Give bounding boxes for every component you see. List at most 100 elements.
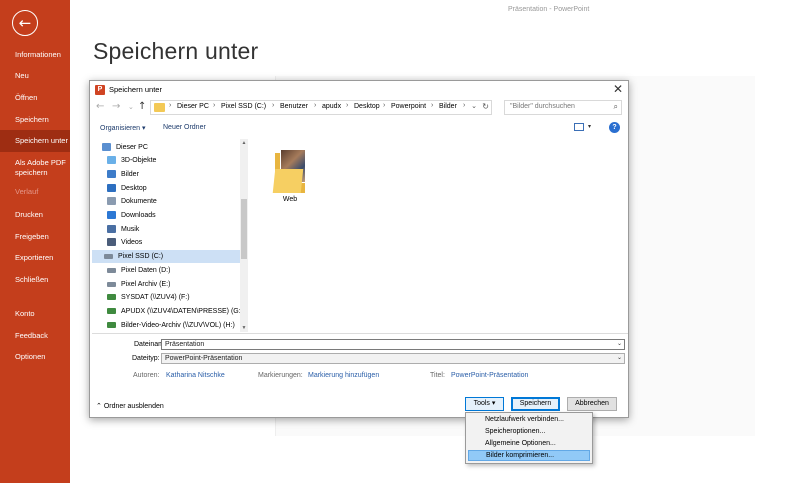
- chevron-right-icon: ›: [431, 102, 434, 109]
- address-bar[interactable]: › Dieser PC › Pixel SSD (C:) › Benutzer …: [150, 100, 492, 115]
- title-label: Titel:: [430, 372, 445, 379]
- powerpoint-icon: P: [95, 85, 105, 95]
- tree-item-bilder[interactable]: Bilder: [107, 168, 249, 181]
- tags-label: Markierungen:: [258, 372, 303, 379]
- tree-item-bilder-video-archiv[interactable]: Bilder-Video-Archiv (\\ZUV\VOL) (H:): [107, 319, 249, 332]
- scrollbar-thumb[interactable]: [241, 199, 247, 259]
- tools-button[interactable]: Tools ▾: [465, 397, 504, 411]
- folder-icon: [154, 103, 165, 112]
- tree-item-3d-objekte[interactable]: 3D-Objekte: [107, 154, 249, 167]
- divider: [92, 333, 628, 334]
- tree-item-dieser-pc[interactable]: Dieser PC: [102, 141, 244, 154]
- breadcrumb-item[interactable]: Desktop: [354, 103, 380, 110]
- breadcrumb-item[interactable]: Dieser PC: [177, 103, 209, 110]
- tree-item-musik[interactable]: Musik: [107, 223, 249, 236]
- search-placeholder: "Bilder" durchsuchen: [510, 103, 575, 110]
- file-list-pane: Web: [250, 139, 628, 332]
- nav-schliessen[interactable]: Schließen: [0, 275, 70, 285]
- new-folder-button[interactable]: Neuer Ordner: [163, 124, 206, 131]
- dialog-titlebar[interactable]: P Speichern unter ✕: [90, 81, 628, 99]
- authors-label: Autoren:: [133, 372, 160, 379]
- chevron-down-icon[interactable]: ⌄: [471, 102, 477, 110]
- chevron-up-icon: ⌃: [96, 403, 104, 410]
- folder-web[interactable]: Web: [270, 147, 310, 203]
- breadcrumb-item[interactable]: Pixel SSD (C:): [221, 103, 266, 110]
- nav-neu[interactable]: Neu: [0, 71, 70, 81]
- network-drive-icon: [107, 294, 116, 300]
- authors-value[interactable]: Katharina Nitschke: [166, 372, 225, 379]
- forward-nav-icon[interactable]: →: [112, 101, 120, 112]
- nav-exportieren[interactable]: Exportieren: [0, 253, 70, 263]
- dropdown-arrow-icon: ▾: [491, 400, 496, 407]
- back-nav-icon[interactable]: ←: [96, 101, 104, 112]
- breadcrumb-item[interactable]: Benutzer: [280, 103, 308, 110]
- organize-button[interactable]: Organisieren ▾: [100, 124, 146, 132]
- breadcrumb-item[interactable]: apudx: [322, 103, 341, 110]
- menu-item-compress-pictures[interactable]: Bilder komprimieren...: [468, 450, 590, 461]
- tree-item-pixel-archiv[interactable]: Pixel Archiv (E:): [107, 278, 249, 291]
- tree-scrollbar[interactable]: ▲ ▼: [240, 139, 248, 332]
- download-icon: [107, 211, 116, 219]
- filetype-select[interactable]: PowerPoint-Präsentation ⌄: [161, 353, 625, 364]
- help-icon[interactable]: ?: [609, 122, 620, 133]
- tree-item-pixel-ssd[interactable]: Pixel SSD (C:): [92, 250, 240, 263]
- refresh-icon[interactable]: ↻: [482, 102, 489, 111]
- breadcrumb-item[interactable]: Powerpoint: [391, 103, 426, 110]
- menu-item-general-options[interactable]: Allgemeine Optionen...: [468, 438, 590, 449]
- drive-icon: [104, 254, 113, 259]
- tools-menu: Netzlaufwerk verbinden... Speicheroption…: [465, 412, 593, 464]
- chevron-right-icon: ›: [463, 102, 466, 109]
- documents-icon: [107, 197, 116, 205]
- video-icon: [107, 238, 116, 246]
- save-as-dialog: P Speichern unter ✕ ← → ⌄ ↑ › Dieser PC …: [89, 80, 629, 418]
- chevron-down-icon[interactable]: ⌄: [617, 354, 622, 363]
- drive-icon: [107, 268, 116, 273]
- nav-speichern[interactable]: Speichern: [0, 115, 70, 125]
- history-dropdown-icon[interactable]: ⌄: [128, 103, 134, 111]
- nav-speichern-unter[interactable]: Speichern unter: [0, 130, 70, 152]
- tree-item-desktop[interactable]: Desktop: [107, 182, 249, 195]
- pc-icon: [102, 143, 111, 151]
- nav-adobe-pdf[interactable]: Als Adobe PDF speichern: [0, 158, 70, 178]
- tree-item-downloads[interactable]: Downloads: [107, 209, 249, 222]
- breadcrumb-item[interactable]: Bilder: [439, 103, 457, 110]
- cancel-button[interactable]: Abbrechen: [567, 397, 617, 411]
- nav-informationen[interactable]: Informationen: [0, 50, 70, 60]
- navigation-tree: Dieser PC 3D-Objekte Bilder Desktop Doku…: [92, 139, 243, 332]
- chevron-right-icon: ›: [272, 102, 275, 109]
- chevron-down-icon[interactable]: ▾: [588, 123, 591, 130]
- search-input[interactable]: "Bilder" durchsuchen ⌕: [504, 100, 622, 115]
- menu-item-save-options[interactable]: Speicheroptionen...: [468, 426, 590, 437]
- tree-item-dokumente[interactable]: Dokumente: [107, 195, 249, 208]
- tree-item-apudx[interactable]: APUDX (\\ZUV4\DATEN\PRESSE) (G:): [107, 305, 249, 318]
- tree-item-sysdat[interactable]: SYSDAT (\\ZUV4) (F:): [107, 291, 249, 304]
- back-button[interactable]: ←: [12, 10, 38, 36]
- scroll-up-icon[interactable]: ▲: [240, 140, 248, 146]
- title-value[interactable]: PowerPoint-Präsentation: [451, 372, 528, 379]
- save-button[interactable]: Speichern: [511, 397, 560, 411]
- nav-optionen[interactable]: Optionen: [0, 352, 70, 362]
- nav-drucken[interactable]: Drucken: [0, 210, 70, 220]
- scroll-down-icon[interactable]: ▼: [240, 325, 248, 331]
- nav-konto[interactable]: Konto: [0, 309, 70, 319]
- tree-item-pixel-daten[interactable]: Pixel Daten (D:): [107, 264, 249, 277]
- tree-item-videos[interactable]: Videos: [107, 236, 249, 249]
- menu-item-map-network-drive[interactable]: Netzlaufwerk verbinden...: [468, 414, 590, 425]
- network-drive-icon: [107, 308, 116, 314]
- dialog-title: Speichern unter: [109, 85, 162, 94]
- close-icon[interactable]: ✕: [613, 82, 623, 96]
- hide-folders-toggle[interactable]: ⌃ Ordner ausblenden: [96, 402, 164, 410]
- chevron-right-icon: ›: [314, 102, 317, 109]
- chevron-down-icon[interactable]: ⌄: [617, 340, 622, 349]
- nav-feedback[interactable]: Feedback: [0, 331, 70, 341]
- cube-icon: [107, 156, 116, 164]
- filename-input[interactable]: Präsentation ⌄: [161, 339, 625, 350]
- view-options-icon[interactable]: [574, 123, 584, 131]
- up-folder-icon[interactable]: ↑: [138, 101, 146, 112]
- nav-freigeben[interactable]: Freigeben: [0, 232, 70, 242]
- search-icon: ⌕: [613, 102, 618, 111]
- tags-value[interactable]: Markierung hinzufügen: [308, 372, 379, 379]
- network-drive-icon: [107, 322, 116, 328]
- nav-oeffnen[interactable]: Öffnen: [0, 93, 70, 103]
- pictures-icon: [107, 170, 116, 178]
